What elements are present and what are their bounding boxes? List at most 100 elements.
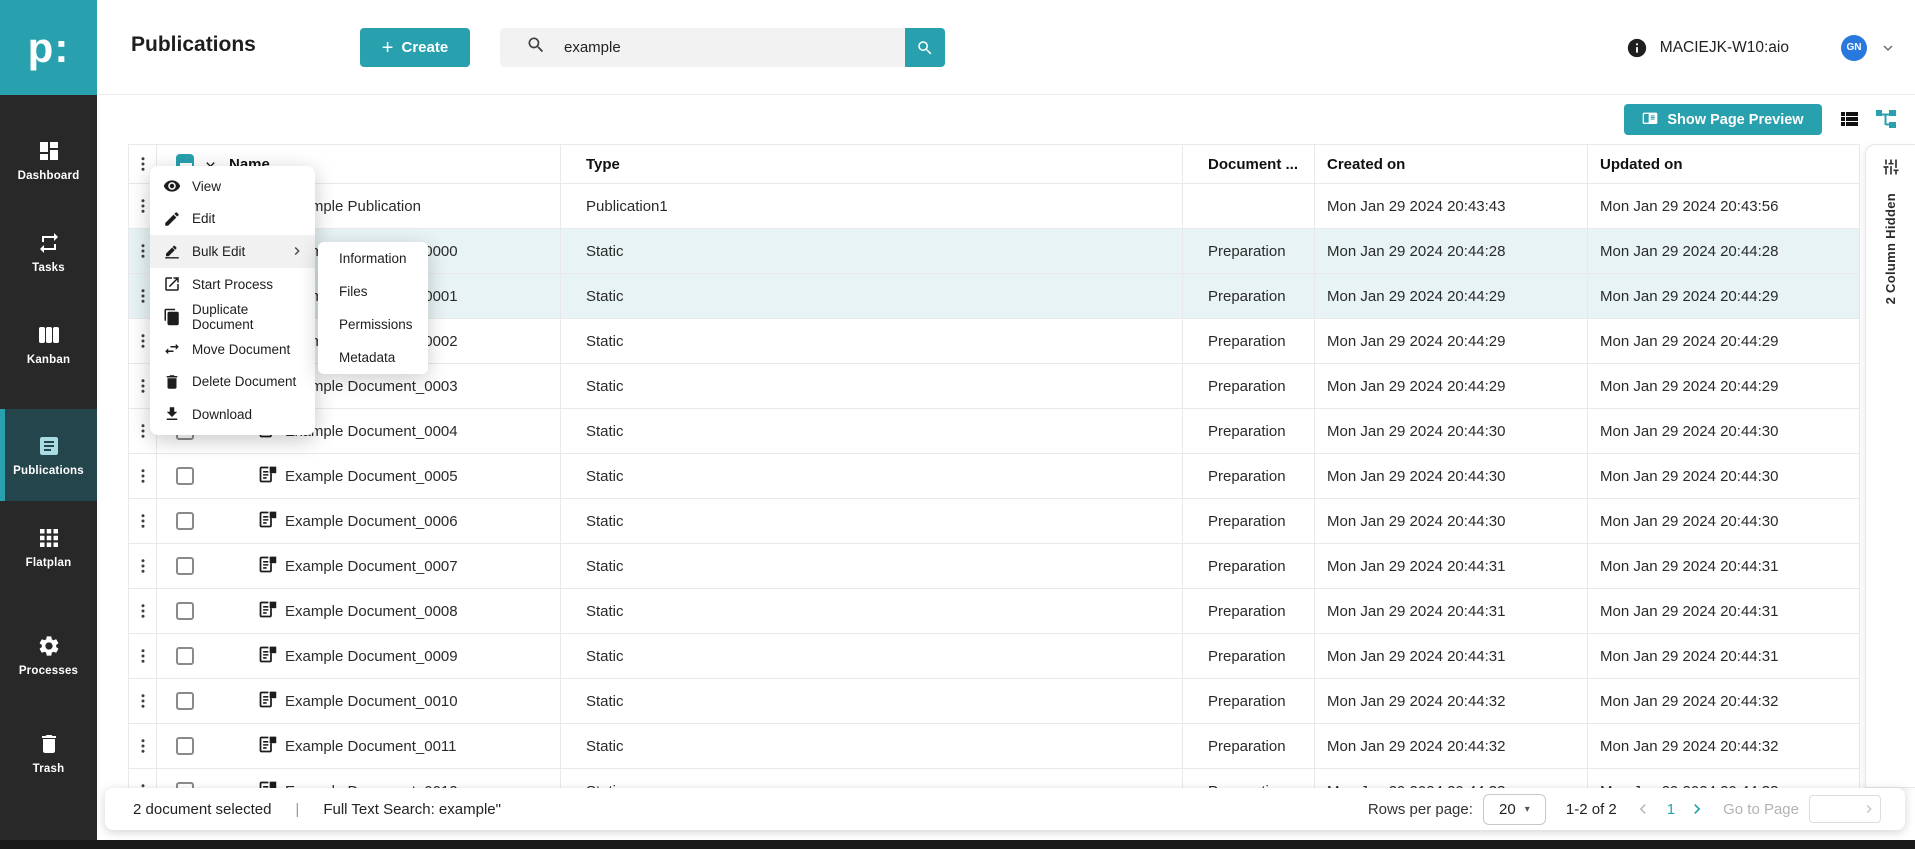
menu-item-move-document[interactable]: Move Document [150,333,315,366]
column-header-updated: Updated on [1588,145,1860,183]
submenu-item-information[interactable]: Information [318,242,428,275]
table-row[interactable]: Example PublicationPublication1Mon Jan 2… [129,184,1859,229]
create-button[interactable]: + Create [360,28,470,67]
info-icon[interactable] [1626,37,1648,59]
row-updated: Mon Jan 29 2024 20:43:56 [1588,184,1860,228]
row-kebab-icon[interactable] [129,544,157,588]
row-updated: Mon Jan 29 2024 20:44:32 [1588,724,1860,768]
row-select-cell [157,499,219,543]
menu-item-label: Bulk Edit [192,244,245,259]
document-icon [257,644,278,669]
row-name-cell: Example Document_0007 [219,544,561,588]
row-created: Mon Jan 29 2024 20:44:29 [1315,274,1588,318]
tune-icon[interactable] [1881,157,1901,177]
start-process-icon [163,275,181,293]
row-updated: Mon Jan 29 2024 20:44:33 [1588,769,1860,788]
row-kebab-icon[interactable] [129,769,157,788]
prev-page-chevron-icon[interactable] [1633,799,1653,819]
document-icon [257,509,278,530]
row-checkbox[interactable] [176,557,194,575]
sidebar-item-label: Tasks [32,262,65,274]
rows-per-page-value: 20 [1499,801,1516,818]
row-type: Static [561,319,1183,363]
sidebar-item-processes[interactable]: Processes [0,609,97,701]
row-checkbox[interactable] [176,467,194,485]
row-kebab-icon[interactable] [129,724,157,768]
tree-view-icon[interactable] [1874,107,1898,131]
row-created: Mon Jan 29 2024 20:44:32 [1315,679,1588,723]
row-created: Mon Jan 29 2024 20:44:28 [1315,229,1588,273]
row-updated: Mon Jan 29 2024 20:44:29 [1588,274,1860,318]
move-icon [163,340,181,358]
search-submit-icon [916,39,934,57]
table-row[interactable]: Example Document_0012StaticPreparationMo… [129,769,1859,788]
row-name-cell: Example Document_0008 [219,589,561,633]
row-kebab-icon [134,512,152,530]
table-row[interactable]: Example Document_0007StaticPreparationMo… [129,544,1859,589]
menu-item-view[interactable]: View [150,170,315,203]
menu-item-bulk-edit[interactable]: Bulk Edit [150,235,315,268]
row-checkbox[interactable] [176,737,194,755]
row-checkbox[interactable] [176,512,194,530]
menu-item-download[interactable]: Download [150,398,315,431]
create-button-label: Create [401,39,448,56]
table-row[interactable]: Example Document_0004StaticPreparationMo… [129,409,1859,454]
document-icon [257,779,278,789]
row-status: Preparation [1183,409,1315,453]
row-kebab-icon[interactable] [129,679,157,723]
row-select-cell [157,679,219,723]
row-checkbox[interactable] [176,692,194,710]
row-updated: Mon Jan 29 2024 20:44:30 [1588,454,1860,498]
table-row[interactable]: Example Document_0009StaticPreparationMo… [129,634,1859,679]
row-kebab-icon[interactable] [129,634,157,678]
avatar[interactable]: GN [1841,35,1867,61]
row-kebab-icon[interactable] [129,454,157,498]
row-created: Mon Jan 29 2024 20:44:30 [1315,409,1588,453]
table-row[interactable]: Example Document_0011StaticPreparationMo… [129,724,1859,769]
next-page-chevron-icon[interactable] [1687,799,1707,819]
table-row[interactable]: Example Document_0005StaticPreparationMo… [129,454,1859,499]
sidebar-item-flatplan[interactable]: Flatplan [0,501,97,593]
sidebar-item-label: Kanban [27,354,70,366]
row-status: Preparation [1183,499,1315,543]
table-row[interactable]: Example Document_0010StaticPreparationMo… [129,679,1859,724]
row-status: Preparation [1183,589,1315,633]
show-page-preview-button[interactable]: Show Page Preview [1624,104,1822,135]
row-type: Publication1 [561,184,1183,228]
user-chevron-down-icon[interactable] [1879,39,1897,57]
menu-item-edit[interactable]: Edit [150,203,315,236]
row-kebab-icon[interactable] [129,499,157,543]
document-icon [257,554,278,575]
submenu-item-permissions[interactable]: Permissions [318,308,428,341]
goto-page-arrow-icon[interactable] [1861,801,1877,817]
sidebar-item-dashboard[interactable]: Dashboard [0,114,97,206]
row-checkbox[interactable] [176,602,194,620]
submenu-item-files[interactable]: Files [318,275,428,308]
publications-icon [37,434,61,458]
sidebar-item-publications[interactable]: Publications [0,409,97,501]
row-kebab-icon [134,422,152,440]
sidebar-item-kanban[interactable]: Kanban [0,298,97,390]
range-text: 1-2 of 2 [1566,801,1617,818]
search-submit-button[interactable] [905,28,945,67]
submenu-item-metadata[interactable]: Metadata [318,341,428,374]
list-view-icon[interactable] [1837,107,1861,131]
rows-per-page-select[interactable]: 20 ▾ [1483,794,1546,825]
search-input[interactable] [564,39,864,56]
table-row[interactable]: Example Document_0008StaticPreparationMo… [129,589,1859,634]
sidebar-item-label: Processes [19,665,78,677]
duplicate-icon [163,308,181,326]
sidebar-item-tasks[interactable]: Tasks [0,206,97,298]
current-page-number[interactable]: 1 [1667,801,1675,818]
menu-item-delete-document[interactable]: Delete Document [150,366,315,399]
row-kebab-icon[interactable] [129,589,157,633]
row-kebab-icon [134,692,152,710]
submenu-chevron-right-icon [289,243,305,259]
search-box [500,28,905,67]
sidebar-item-trash[interactable]: Trash [0,707,97,799]
row-checkbox[interactable] [176,647,194,665]
menu-item-start-process[interactable]: Start Process [150,268,315,301]
menu-item-duplicate-document[interactable]: Duplicate Document [150,300,315,333]
row-name-cell: Example Document_0011 [219,724,561,768]
table-row[interactable]: Example Document_0006StaticPreparationMo… [129,499,1859,544]
